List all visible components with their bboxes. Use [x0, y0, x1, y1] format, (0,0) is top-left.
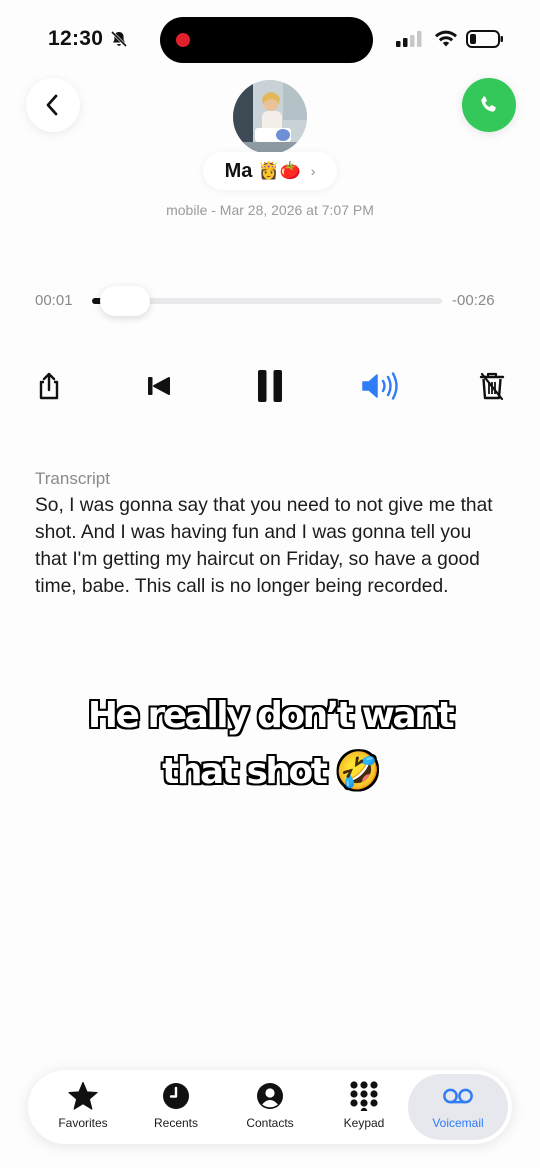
remaining-time: -00:26 — [452, 292, 495, 309]
pause-icon — [258, 370, 282, 402]
caption-line-1: He really don’t want — [87, 695, 455, 736]
recording-indicator-icon — [176, 33, 190, 47]
share-button[interactable] — [27, 364, 71, 408]
dynamic-island — [160, 17, 373, 63]
tab-recents-label: Recents — [153, 1116, 199, 1130]
speaker-icon — [362, 372, 398, 400]
wifi-icon — [435, 30, 457, 47]
share-icon — [39, 372, 59, 400]
contact-name-button[interactable]: Ma 👸🍅 › — [203, 152, 337, 190]
status-bar: 12:30 — [0, 0, 540, 80]
chevron-right-icon: › — [310, 163, 316, 179]
cellular-signal-icon — [396, 31, 422, 47]
chevron-left-icon — [46, 94, 58, 116]
tab-voicemail[interactable]: Voicemail — [408, 1074, 508, 1140]
tab-keypad-label: Keypad — [343, 1116, 385, 1130]
skip-back-button[interactable] — [137, 364, 181, 408]
trash-icon — [479, 372, 505, 401]
tab-contacts[interactable]: Contacts — [222, 1070, 318, 1144]
tab-voicemail-label: Voicemail — [432, 1116, 484, 1130]
tab-recents[interactable]: Recents — [128, 1070, 224, 1144]
elapsed-time: 00:01 — [35, 292, 73, 309]
contact-photo — [233, 80, 307, 154]
phone-icon — [481, 96, 496, 112]
tab-favorites[interactable]: Favorites — [35, 1070, 131, 1144]
keypad-icon — [350, 1081, 378, 1111]
contact-name-emoji: 👸🍅 — [258, 161, 301, 181]
tab-favorites-label: Favorites — [58, 1116, 108, 1130]
transcript-text: So, I was gonna say that you need to not… — [35, 495, 493, 597]
transcript-heading: Transcript — [35, 469, 110, 488]
star-icon — [68, 1081, 98, 1110]
delete-button[interactable] — [470, 364, 514, 408]
call-button[interactable] — [462, 78, 516, 132]
tab-keypad[interactable]: Keypad — [316, 1070, 412, 1144]
pause-button[interactable] — [248, 364, 292, 408]
video-caption-overlay: He really don’t want that shot 🤣 — [0, 688, 540, 800]
back-button[interactable] — [26, 78, 80, 132]
bell-slash-icon — [110, 30, 128, 48]
contact-name: Ma — [224, 159, 253, 182]
clock-icon — [163, 1083, 189, 1109]
scrubber-handle[interactable] — [100, 286, 150, 316]
person-circle-icon — [257, 1083, 283, 1109]
tab-bar: Favorites Recents Contacts Keypad Voicem… — [28, 1070, 512, 1144]
caption-line-2: that shot 🤣 — [162, 751, 380, 792]
speaker-button[interactable] — [358, 364, 402, 408]
battery-icon — [466, 30, 503, 48]
contact-avatar[interactable] — [233, 80, 307, 154]
tab-contacts-label: Contacts — [246, 1116, 294, 1130]
voicemail-meta: mobile - Mar 28, 2026 at 7:07 PM — [166, 202, 374, 218]
status-time: 12:30 — [48, 27, 104, 50]
voicemail-icon — [443, 1088, 473, 1104]
skip-back-icon — [148, 377, 170, 395]
